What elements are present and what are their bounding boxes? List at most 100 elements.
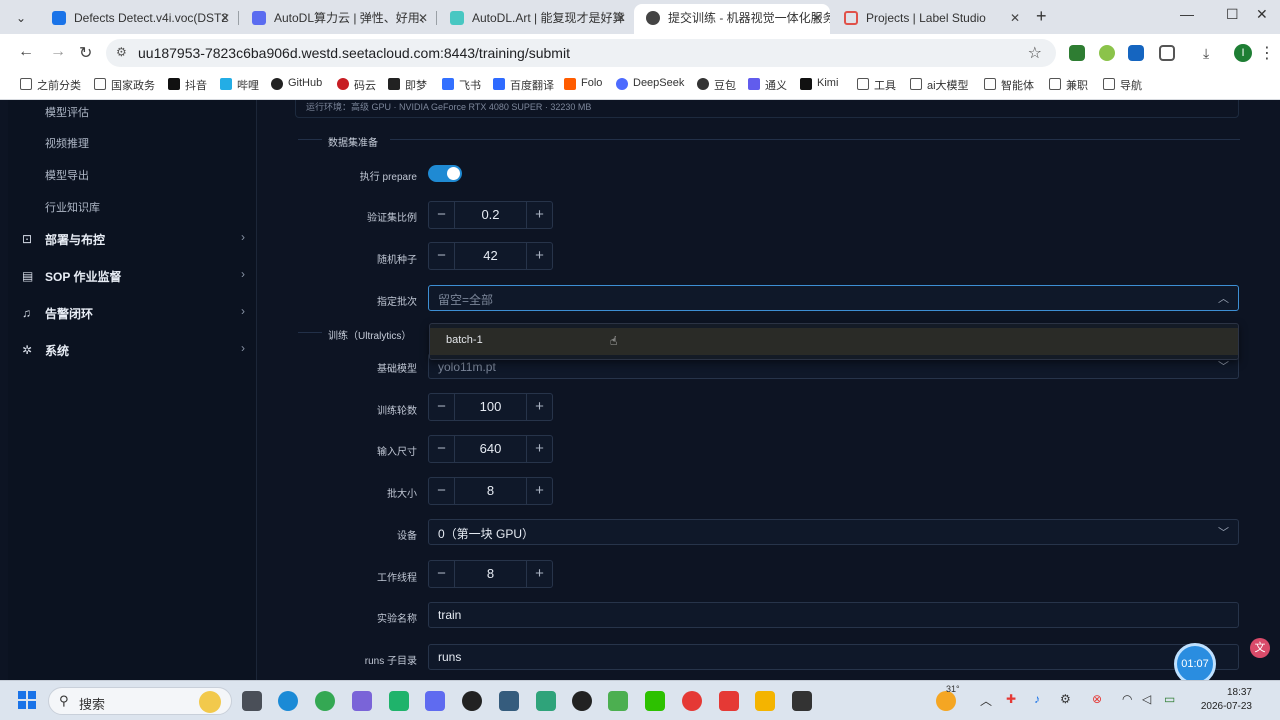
decrement-button[interactable]: −: [429, 561, 455, 587]
batch-size-input[interactable]: 8: [455, 478, 526, 504]
sidebar-group-system[interactable]: ✲ 系统 ›: [20, 340, 245, 360]
taskbar-search[interactable]: ⚲ 搜索: [48, 687, 232, 715]
app-icon[interactable]: [425, 691, 445, 711]
bookmark-item[interactable]: 抖音: [168, 77, 207, 93]
increment-button[interactable]: +: [526, 202, 552, 228]
bookmark-item[interactable]: Kimi: [800, 77, 838, 90]
sidebar-item-model-eval[interactable]: 模型评估: [45, 104, 89, 120]
close-icon[interactable]: ✕: [1010, 4, 1020, 32]
download-extension-icon[interactable]: [1069, 45, 1085, 61]
app-icon[interactable]: [352, 691, 372, 711]
extensions-puzzle-icon[interactable]: [1159, 45, 1175, 61]
browser-tab-5[interactable]: Projects | Label Studio ✕: [832, 4, 1028, 34]
wps-icon[interactable]: [719, 691, 739, 711]
close-icon[interactable]: ✕: [418, 4, 428, 32]
qq-icon[interactable]: [462, 691, 482, 711]
batch-select[interactable]: 留空=全部 ︿: [428, 285, 1239, 311]
minimize-icon[interactable]: —: [1180, 6, 1194, 22]
markdown-extension-icon[interactable]: [1128, 45, 1144, 61]
bookmark-item[interactable]: Folo: [564, 77, 602, 90]
bookmark-item[interactable]: DeepSeek: [616, 77, 684, 90]
decrement-button[interactable]: −: [429, 202, 455, 228]
volume-icon[interactable]: ◁: [1142, 692, 1151, 706]
app-icon[interactable]: [499, 691, 519, 711]
dropdown-option[interactable]: batch-1: [430, 328, 1238, 355]
recording-timer[interactable]: 01:07: [1174, 643, 1216, 680]
bookmark-folder[interactable]: 智能体: [984, 77, 1034, 93]
bookmark-item[interactable]: 飞书: [442, 77, 481, 93]
back-arrow-icon[interactable]: ←: [18, 43, 34, 61]
windows-start-icon[interactable]: [18, 691, 36, 709]
increment-button[interactable]: +: [526, 436, 552, 462]
browser-tab-active[interactable]: 提交训练 - 机器视觉一体化服务 ✕: [634, 4, 830, 34]
bookmark-star-icon[interactable]: ☆: [1028, 43, 1042, 63]
maximize-icon[interactable]: ☐: [1226, 6, 1239, 23]
decrement-button[interactable]: −: [429, 243, 455, 269]
app-icon[interactable]: [682, 691, 702, 711]
seed-input[interactable]: 42: [455, 243, 526, 269]
bookmark-item[interactable]: 即梦: [388, 77, 427, 93]
reload-icon[interactable]: ↻: [79, 43, 92, 63]
tray-expand-icon[interactable]: ︿: [980, 692, 992, 709]
task-view-icon[interactable]: [242, 691, 262, 711]
leaf-extension-icon[interactable]: [1099, 45, 1115, 61]
bookmark-folder[interactable]: 兼职: [1049, 77, 1088, 93]
bookmark-folder[interactable]: 工具: [857, 77, 896, 93]
menu-kebab-icon[interactable]: ⋮: [1259, 43, 1275, 63]
bookmark-item[interactable]: GitHub: [271, 77, 322, 90]
browser-tab-3[interactable]: AutoDL.Art | 能复现才是好算 ✕: [438, 4, 634, 34]
edge-icon[interactable]: [278, 691, 298, 711]
app-icon[interactable]: [389, 691, 409, 711]
runs-dir-input[interactable]: runs: [428, 644, 1239, 670]
bookmark-item[interactable]: 通义: [748, 77, 787, 93]
tab-search-chevron-icon[interactable]: ⌄: [10, 8, 32, 28]
close-icon[interactable]: ✕: [616, 4, 626, 32]
tray-app-icon[interactable]: ⊗: [1092, 692, 1102, 706]
sidebar-group-deploy[interactable]: ⊡ 部署与布控 ›: [20, 229, 245, 249]
bookmark-item[interactable]: 码云: [337, 77, 376, 93]
translate-icon[interactable]: 文: [1250, 638, 1270, 658]
exp-name-input[interactable]: train: [428, 602, 1239, 628]
microphone-icon[interactable]: ♪: [1034, 692, 1040, 706]
decrement-button[interactable]: −: [429, 436, 455, 462]
new-tab-button[interactable]: +: [1036, 6, 1047, 27]
close-icon[interactable]: ✕: [812, 4, 822, 32]
bookmark-folder[interactable]: ai大模型: [910, 77, 969, 93]
battery-icon[interactable]: ▭: [1164, 692, 1175, 706]
terminal-icon[interactable]: [792, 691, 812, 711]
chatgpt-icon[interactable]: [572, 691, 592, 711]
chrome-icon[interactable]: [315, 691, 335, 711]
tray-app-icon[interactable]: ⚙: [1060, 692, 1071, 706]
bookmark-folder[interactable]: 之前分类: [20, 77, 81, 93]
imgsz-input[interactable]: 640: [455, 436, 526, 462]
file-explorer-icon[interactable]: [755, 691, 775, 711]
site-settings-icon[interactable]: ⚙: [116, 45, 127, 59]
bookmark-item[interactable]: 哔哩: [220, 77, 259, 93]
val-ratio-input[interactable]: 0.2: [455, 202, 526, 228]
sidebar-item-video-inference[interactable]: 视频推理: [45, 135, 89, 151]
system-clock[interactable]: 18:37 2026-07-23: [1190, 686, 1252, 714]
increment-button[interactable]: +: [526, 243, 552, 269]
increment-button[interactable]: +: [526, 478, 552, 504]
workers-input[interactable]: 8: [455, 561, 526, 587]
wechat-icon[interactable]: [645, 691, 665, 711]
address-bar[interactable]: ⚙ uu187953-7823c6ba906d.westd.seetacloud…: [106, 39, 1056, 67]
downloads-icon[interactable]: ⤓: [1203, 45, 1219, 61]
sidebar-group-sop[interactable]: ▤ SOP 作业监督 ›: [20, 266, 245, 286]
browser-tab-2[interactable]: AutoDL算力云 | 弹性、好用、 ✕: [240, 4, 436, 34]
wifi-icon[interactable]: ◠: [1122, 692, 1132, 706]
sidebar-item-knowledge-base[interactable]: 行业知识库: [45, 199, 100, 215]
prepare-toggle[interactable]: [428, 165, 462, 182]
increment-button[interactable]: +: [526, 561, 552, 587]
close-icon[interactable]: ✕: [220, 4, 230, 32]
sidebar-item-model-export[interactable]: 模型导出: [45, 167, 89, 183]
profile-avatar[interactable]: I: [1234, 44, 1252, 62]
bookmark-item[interactable]: 百度翻译: [493, 77, 554, 93]
bookmark-item[interactable]: 豆包: [697, 77, 736, 93]
decrement-button[interactable]: −: [429, 394, 455, 420]
device-select[interactable]: 0（第一块 GPU） ﹀: [428, 519, 1239, 545]
epochs-input[interactable]: 100: [455, 394, 526, 420]
app-icon[interactable]: [608, 691, 628, 711]
bookmark-folder[interactable]: 国家政务: [94, 77, 155, 93]
increment-button[interactable]: +: [526, 394, 552, 420]
